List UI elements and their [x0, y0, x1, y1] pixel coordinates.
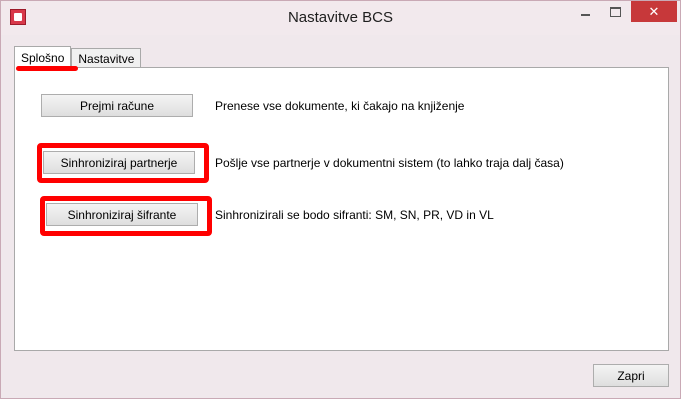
sync-codes-button[interactable]: Sinhroniziraj šifrante	[46, 203, 198, 226]
maximize-button[interactable]	[601, 1, 629, 23]
close-dialog-button[interactable]: Zapri	[593, 364, 669, 387]
sync-codes-description: Sinhronizirali se bodo sifranti: SM, SN,…	[215, 208, 494, 222]
close-icon: ✕	[648, 3, 660, 19]
minimize-icon	[580, 14, 590, 16]
tab-strip: Splošno Nastavitve	[14, 46, 142, 69]
receive-invoices-description: Prenese vse dokumente, ki čakajo na knji…	[215, 99, 465, 113]
sync-partners-description: Pošlje vse partnerje v dokumentni sistem…	[215, 156, 564, 170]
sync-partners-button[interactable]: Sinhroniziraj partnerje	[43, 151, 195, 174]
minimize-button[interactable]	[571, 1, 599, 23]
title-bar: Nastavitve BCS ✕	[1, 1, 680, 35]
close-window-button[interactable]: ✕	[631, 1, 677, 22]
tab-nastavitve[interactable]: Nastavitve	[71, 48, 142, 68]
receive-invoices-button[interactable]: Prejmi račune	[41, 94, 193, 117]
tab-highlight-underline	[16, 66, 78, 71]
maximize-icon	[609, 7, 621, 17]
